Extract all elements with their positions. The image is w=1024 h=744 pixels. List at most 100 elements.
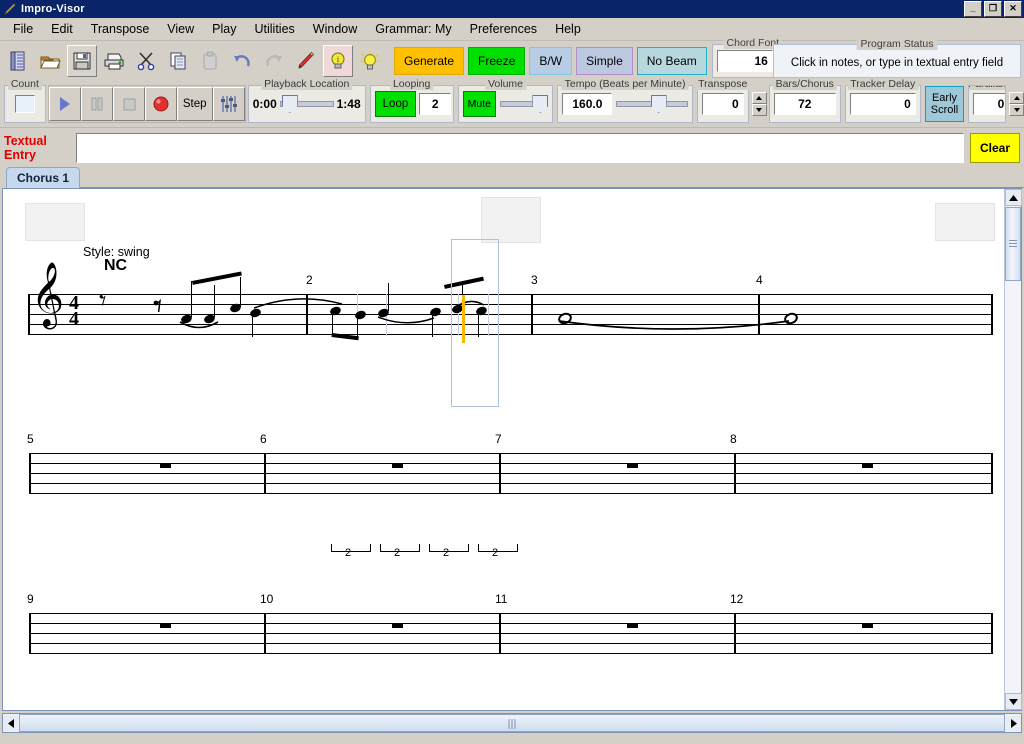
volume-slider-thumb[interactable] <box>532 95 549 113</box>
count-checkbox[interactable] <box>14 95 35 113</box>
mute-button[interactable]: Mute <box>462 91 496 117</box>
bw-button[interactable]: B/W <box>529 47 573 75</box>
scroll-down-button[interactable] <box>1004 693 1022 710</box>
tempo-slider-thumb[interactable] <box>650 95 667 113</box>
menu-help[interactable]: Help <box>546 19 590 39</box>
staff-line <box>29 613 993 614</box>
mixer-button[interactable] <box>212 87 245 121</box>
transpose-spinner-up[interactable] <box>751 92 767 104</box>
early-scroll-button[interactable]: Early Scroll <box>924 86 965 122</box>
status-bar <box>0 735 1024 743</box>
scroll-left-button[interactable] <box>3 715 18 731</box>
eighth-rest[interactable] <box>153 298 163 318</box>
menu-play[interactable]: Play <box>203 19 245 39</box>
step-button[interactable]: Step <box>176 87 213 121</box>
menu-transpose[interactable]: Transpose <box>82 19 159 39</box>
minimize-button[interactable]: _ <box>964 1 982 17</box>
score-canvas[interactable]: Style: swing NC 𝄞 4 4 𝄾 2 3 4 2 2 2 2 5 … <box>3 189 1004 710</box>
copy-pages-icon[interactable] <box>163 45 193 77</box>
chord-font-value[interactable]: 16 <box>716 50 773 72</box>
playback-slider-thumb[interactable] <box>281 95 298 113</box>
menu-preferences[interactable]: Preferences <box>461 19 546 39</box>
parallax-spinner[interactable] <box>1009 92 1024 116</box>
open-folder-icon[interactable] <box>35 45 65 77</box>
parallax-spinner-up[interactable] <box>1009 92 1024 104</box>
chord-placeholder-box[interactable] <box>25 203 85 241</box>
menu-view[interactable]: View <box>158 19 203 39</box>
horizontal-scrollbar[interactable] <box>2 713 1022 733</box>
quarter-rest[interactable]: 𝄾 <box>99 287 106 315</box>
stop-button[interactable] <box>112 87 145 121</box>
loop-button[interactable]: Loop <box>374 91 417 117</box>
menu-edit[interactable]: Edit <box>42 19 82 39</box>
menu-file[interactable]: File <box>4 19 42 39</box>
chord-symbol-nc[interactable]: NC <box>104 257 127 275</box>
volume-group: Volume Mute <box>457 78 554 123</box>
staff-line <box>29 633 993 634</box>
horizontal-scrollbar-thumb[interactable] <box>19 714 1005 732</box>
scrollbar-grip <box>1009 240 1017 247</box>
menu-utilities[interactable]: Utilities <box>246 19 304 39</box>
freeze-button[interactable]: Freeze <box>468 47 526 75</box>
staff-line <box>28 324 993 325</box>
note-stem <box>388 283 390 311</box>
tab-chorus-1[interactable]: Chorus 1 <box>6 167 81 188</box>
volume-slider[interactable] <box>500 95 549 113</box>
menu-window[interactable]: Window <box>304 19 366 39</box>
whole-rest[interactable] <box>627 463 638 468</box>
parallax-spinner-down[interactable] <box>1009 104 1024 116</box>
looping-group: Looping Loop 2 <box>369 78 454 123</box>
loop-count-field[interactable]: 2 <box>419 93 452 115</box>
maximize-button[interactable]: ❐ <box>984 1 1002 17</box>
playback-location-slider[interactable] <box>279 95 334 113</box>
clear-button[interactable]: Clear <box>970 133 1020 163</box>
tuplet-number: 2 <box>492 547 499 559</box>
staff-line <box>29 653 993 654</box>
whole-rest[interactable] <box>862 623 873 628</box>
close-button[interactable]: ✕ <box>1004 1 1022 17</box>
play-button[interactable] <box>48 87 81 121</box>
transpose-spinner-down[interactable] <box>751 104 767 116</box>
transpose-spinner[interactable] <box>751 92 767 116</box>
lightbulb-icon[interactable]: i <box>323 45 353 77</box>
whole-rest[interactable] <box>160 623 171 628</box>
record-button[interactable] <box>144 87 177 121</box>
staff-system-1[interactable] <box>28 294 993 335</box>
scroll-up-button[interactable] <box>1004 189 1022 206</box>
insertion-cursor <box>462 295 465 343</box>
chord-placeholder-box[interactable] <box>935 203 995 241</box>
cut-scissors-icon[interactable] <box>131 45 161 77</box>
tracker-delay-value-field[interactable]: 0 <box>849 93 916 115</box>
textual-entry-input[interactable] <box>76 133 964 163</box>
print-icon[interactable] <box>99 45 129 77</box>
save-disk-icon[interactable] <box>67 45 97 77</box>
undo-arrow-icon[interactable] <box>227 45 257 77</box>
whole-rest[interactable] <box>392 623 403 628</box>
new-leadsheet-icon[interactable] <box>3 45 33 77</box>
menu-grammar[interactable]: Grammar: My <box>366 19 460 39</box>
tempo-value-field[interactable]: 160.0 <box>562 93 613 115</box>
whole-rest[interactable] <box>392 463 403 468</box>
staff-line <box>29 623 993 624</box>
pencil-edit-icon[interactable] <box>291 45 321 77</box>
lightbulb-lit-icon[interactable] <box>355 45 385 77</box>
vertical-scrollbar-thumb[interactable] <box>1005 207 1021 281</box>
scroll-right-button[interactable] <box>1006 715 1021 731</box>
bars-chorus-value-field[interactable]: 72 <box>773 93 836 115</box>
vertical-scrollbar-track[interactable] <box>1005 281 1021 693</box>
simple-button[interactable]: Simple <box>576 47 633 75</box>
note-selection-box[interactable] <box>451 239 499 407</box>
chord-placeholder-box[interactable] <box>481 197 541 243</box>
whole-rest[interactable] <box>160 463 171 468</box>
staff-system-2[interactable] <box>29 453 993 494</box>
transpose-value-field[interactable]: 0 <box>701 93 744 115</box>
parallax-value-field[interactable]: 0 <box>973 93 1006 115</box>
whole-rest[interactable] <box>627 623 638 628</box>
tempo-slider[interactable] <box>616 95 688 113</box>
staff-system-3[interactable] <box>29 613 993 654</box>
pause-button[interactable] <box>80 87 113 121</box>
vertical-scrollbar[interactable] <box>1004 189 1022 710</box>
nobeam-button[interactable]: No Beam <box>636 47 707 75</box>
whole-rest[interactable] <box>862 463 873 468</box>
generate-button[interactable]: Generate <box>394 47 465 75</box>
